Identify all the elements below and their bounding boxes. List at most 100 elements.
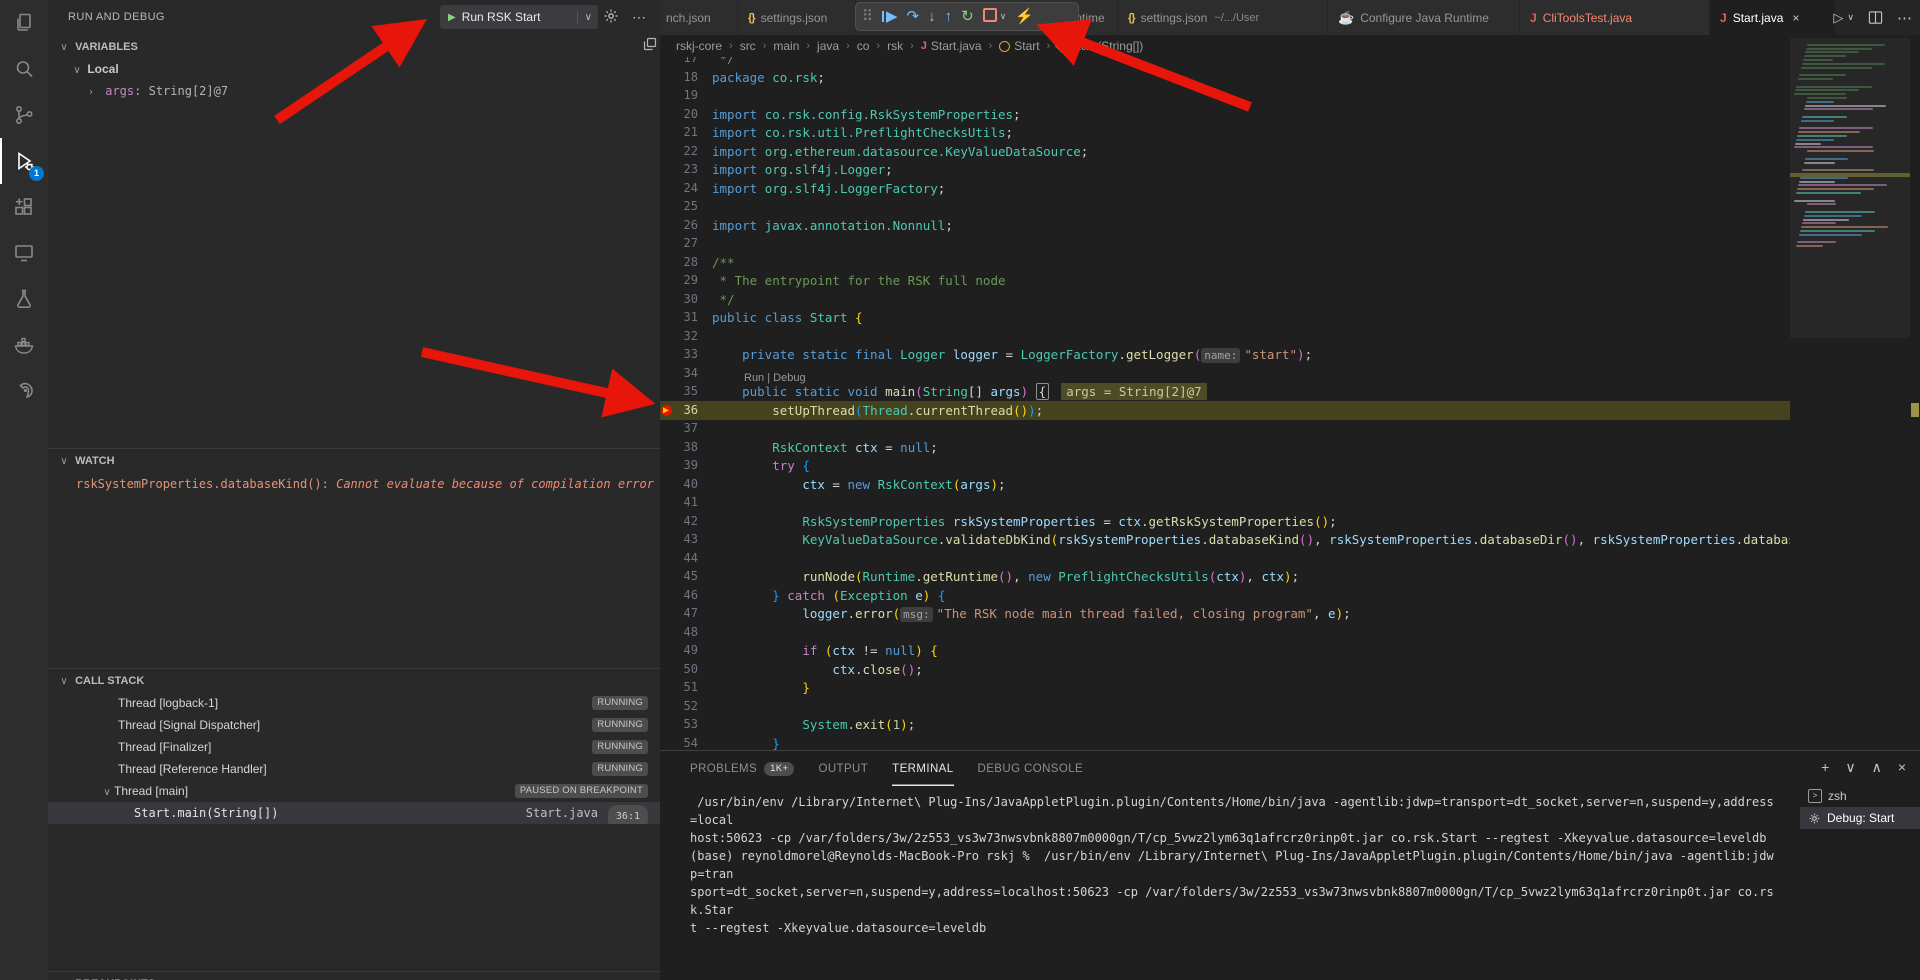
call-stack-section-header[interactable]: ∨ CALL STACK: [56, 670, 660, 692]
code-editor[interactable]: 17 */18package co.rsk;1920import co.rsk.…: [660, 57, 1790, 750]
code-line-48[interactable]: 48: [660, 623, 1790, 642]
current-breakpoint-icon[interactable]: [661, 405, 672, 416]
breadcrumb-item-start-java[interactable]: JStart.java: [921, 39, 982, 53]
code-line-47[interactable]: 47 logger.error(msg:"The RSK node main t…: [660, 604, 1790, 623]
code-line-49[interactable]: 49 if (ctx != null) {: [660, 641, 1790, 660]
close-panel-icon[interactable]: ×: [1898, 759, 1906, 776]
call-stack-frame[interactable]: Start.main(String[])Start.java36:1: [48, 802, 660, 824]
tab-nch-json[interactable]: nch.json: [660, 0, 738, 35]
breadcrumb-item-co[interactable]: co: [857, 39, 870, 53]
tab-clitoolstest-java[interactable]: JCliToolsTest.java: [1520, 0, 1710, 35]
code-line-42[interactable]: 42 RskSystemProperties rskSystemProperti…: [660, 512, 1790, 531]
code-line-20[interactable]: 20import co.rsk.config.RskSystemProperti…: [660, 105, 1790, 124]
code-line-54[interactable]: 54 }: [660, 734, 1790, 751]
breadcrumb-item-main-string-[interactable]: main(String[]): [1057, 39, 1143, 53]
maximize-panel-icon[interactable]: ∧: [1872, 759, 1882, 776]
docker-icon[interactable]: [0, 322, 48, 368]
tab-settings-json[interactable]: {}settings.json: [738, 0, 856, 35]
code-line-28[interactable]: 28/**: [660, 253, 1790, 272]
watch-section-header[interactable]: ∨ WATCH: [56, 450, 660, 472]
code-line-44[interactable]: 44: [660, 549, 1790, 568]
breadcrumb-item-src[interactable]: src: [740, 39, 756, 53]
new-terminal-icon[interactable]: +: [1821, 759, 1829, 776]
extensions-icon[interactable]: [0, 184, 48, 230]
code-line-17[interactable]: 17 */: [660, 57, 1790, 68]
call-stack-thread[interactable]: Thread [Reference Handler]RUNNING: [48, 758, 660, 780]
code-line-22[interactable]: 22import org.ethereum.datasource.KeyValu…: [660, 142, 1790, 161]
more-actions-icon[interactable]: ⋯: [1897, 9, 1912, 27]
code-line-33[interactable]: 33 private static final Logger logger = …: [660, 345, 1790, 364]
more-actions-icon[interactable]: ⋯: [632, 9, 646, 26]
stop-chevron-icon[interactable]: ∨: [1000, 12, 1007, 21]
code-line-39[interactable]: 39 try {: [660, 456, 1790, 475]
split-editor-icon[interactable]: [1868, 10, 1883, 25]
breadcrumb-item-java[interactable]: java: [817, 39, 839, 53]
code-line-41[interactable]: 41: [660, 493, 1790, 512]
panel-tab-debug-console[interactable]: DEBUG CONSOLE: [978, 751, 1084, 786]
code-line-53[interactable]: 53 System.exit(1);: [660, 715, 1790, 734]
call-stack-thread[interactable]: Thread [Finalizer]RUNNING: [48, 736, 660, 758]
call-stack-thread[interactable]: Thread [Signal Dispatcher]RUNNING: [48, 714, 660, 736]
variables-section-header[interactable]: ∨ VARIABLES: [56, 36, 660, 58]
code-line-24[interactable]: 24import org.slf4j.LoggerFactory;: [660, 179, 1790, 198]
code-line-36[interactable]: 36 setUpThread(Thread.currentThread());: [660, 401, 1790, 420]
call-stack-thread[interactable]: ∨Thread [main]PAUSED ON BREAKPOINT: [48, 780, 660, 802]
testing-icon[interactable]: [0, 276, 48, 322]
run-file-button[interactable]: ▷: [1833, 10, 1843, 26]
code-line-40[interactable]: 40 ctx = new RskContext(args);: [660, 475, 1790, 494]
code-line-18[interactable]: 18package co.rsk;: [660, 68, 1790, 87]
chevron-down-icon[interactable]: ∨: [1847, 12, 1854, 23]
terminal-output[interactable]: /usr/bin/env /Library/Internet\ Plug-Ins…: [690, 793, 1780, 937]
code-line-25[interactable]: 25: [660, 197, 1790, 216]
code-line-21[interactable]: 21import co.rsk.util.PreflightChecksUtil…: [660, 123, 1790, 142]
hot-code-replace-icon[interactable]: ⚡: [1015, 9, 1034, 24]
continue-icon[interactable]: ▶: [882, 9, 898, 24]
code-line-43[interactable]: 43 KeyValueDataSource.validateDbKind(rsk…: [660, 530, 1790, 549]
code-line-46[interactable]: 46 } catch (Exception e) {: [660, 586, 1790, 605]
gradle-icon[interactable]: [0, 368, 48, 414]
terminal-dropdown-icon[interactable]: ∨: [1845, 759, 1855, 776]
code-line-45[interactable]: 45 runNode(Runtime.getRuntime(), new Pre…: [660, 567, 1790, 586]
panel-tab-output[interactable]: OUTPUT: [818, 751, 868, 786]
step-over-icon[interactable]: ↷: [907, 9, 920, 24]
code-line-38[interactable]: 38 RskContext ctx = null;: [660, 438, 1790, 457]
code-line-31[interactable]: 31public class Start {: [660, 308, 1790, 327]
code-line-29[interactable]: 29 * The entrypoint for the RSK full nod…: [660, 271, 1790, 290]
watch-expression-row[interactable]: rskSystemProperties.databaseKind(): Cann…: [76, 473, 654, 495]
code-line-19[interactable]: 19: [660, 86, 1790, 105]
gear-icon[interactable]: [603, 8, 619, 24]
breakpoints-section-header[interactable]: › BREAKPOINTS: [56, 973, 660, 980]
minimap-slider[interactable]: [1790, 38, 1910, 338]
tab-configure-java-runtime[interactable]: ☕Configure Java Runtime: [1328, 0, 1520, 35]
remote-explorer-icon[interactable]: [0, 230, 48, 276]
explorer-icon[interactable]: [0, 0, 48, 46]
code-line-50[interactable]: 50 ctx.close();: [660, 660, 1790, 679]
step-into-icon[interactable]: ↓: [928, 9, 936, 24]
code-line-35[interactable]: 35Run | Debug public static void main(St…: [660, 382, 1790, 401]
breadcrumb-item-start[interactable]: Start: [999, 39, 1039, 53]
breadcrumb-item-main[interactable]: main: [773, 39, 799, 53]
panel-tab-terminal[interactable]: TERMINAL: [892, 751, 953, 786]
code-line-23[interactable]: 23import org.slf4j.Logger;: [660, 160, 1790, 179]
variable-row-args[interactable]: › args: String[2]@7: [84, 80, 660, 102]
step-out-icon[interactable]: ↑: [945, 9, 953, 24]
variables-scope-local[interactable]: ∨ Local: [70, 58, 660, 80]
stop-icon[interactable]: [983, 8, 997, 25]
minimap[interactable]: [1790, 38, 1910, 750]
source-control-icon[interactable]: [0, 92, 48, 138]
launch-configuration-dropdown[interactable]: ▶ Run RSK Start ∨: [440, 5, 598, 29]
breadcrumb-item-rskj-core[interactable]: rskj-core: [676, 39, 722, 53]
code-line-52[interactable]: 52: [660, 697, 1790, 716]
code-line-26[interactable]: 26import javax.annotation.Nonnull;: [660, 216, 1790, 235]
run-and-debug-icon[interactable]: 1: [0, 138, 48, 184]
code-line-37[interactable]: 37: [660, 419, 1790, 438]
search-icon[interactable]: [0, 46, 48, 92]
code-line-30[interactable]: 30 */: [660, 290, 1790, 309]
code-line-51[interactable]: 51 }: [660, 678, 1790, 697]
panel-tab-problems[interactable]: PROBLEMS1K+: [690, 751, 794, 786]
call-stack-thread[interactable]: Thread [logback-1]RUNNING: [48, 692, 660, 714]
close-icon[interactable]: ×: [1792, 11, 1799, 25]
code-line-32[interactable]: 32: [660, 327, 1790, 346]
terminal-instance-debug-start[interactable]: Debug: Start: [1800, 807, 1920, 829]
restart-icon[interactable]: ↻: [961, 9, 974, 24]
